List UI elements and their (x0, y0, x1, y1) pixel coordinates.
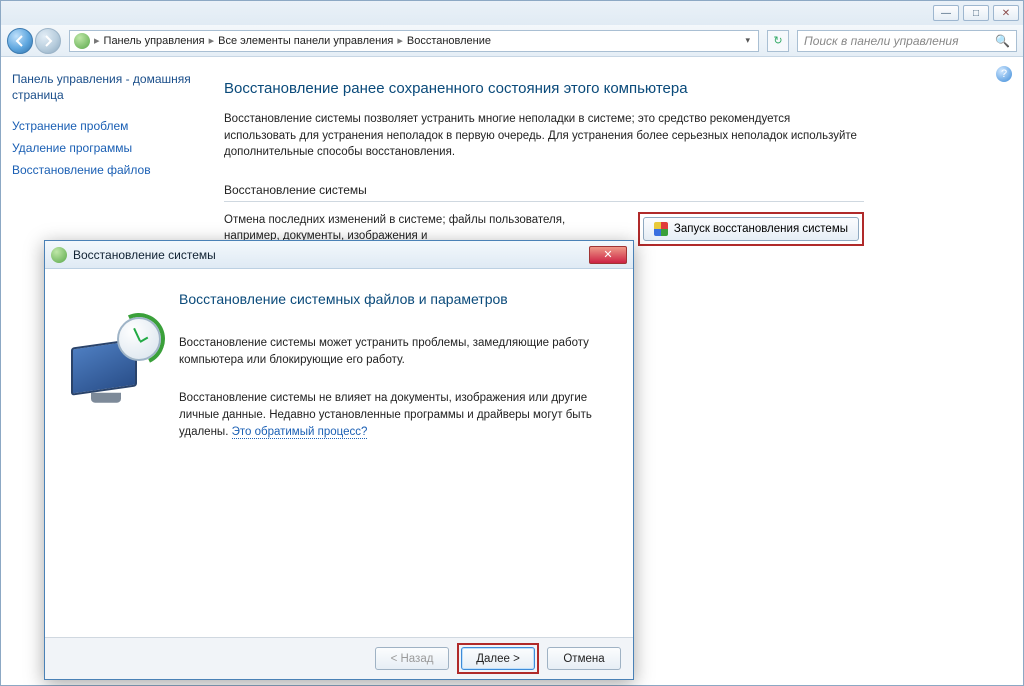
breadcrumb-seg-1[interactable]: Панель управления (100, 35, 209, 47)
sidebar-link-uninstall[interactable]: Удаление программы (12, 141, 192, 155)
cancel-wizard-button[interactable]: Отмена (547, 647, 621, 670)
launch-system-restore-button[interactable]: Запуск восстановления системы (643, 217, 859, 241)
sidebar-link-troubleshoot[interactable]: Устранение проблем (12, 119, 192, 133)
dialog-footer: < Назад Далее > Отмена (45, 637, 633, 679)
section-label: Восстановление системы (224, 183, 1000, 197)
launch-highlight: Запуск восстановления системы (638, 212, 864, 246)
back-button[interactable] (7, 28, 33, 54)
sidebar-home-link[interactable]: Панель управления - домашняя страница (12, 72, 192, 103)
page-title: Восстановление ранее сохраненного состоя… (224, 80, 1000, 97)
dialog-title-text: Восстановление системы (73, 248, 216, 262)
dialog-paragraph-1: Восстановление системы может устранить п… (179, 335, 613, 368)
breadcrumb-seg-3[interactable]: Восстановление (403, 35, 495, 47)
navigation-bar: ▸ Панель управления ▸ Все элементы панел… (1, 25, 1023, 57)
system-restore-dialog: Восстановление системы ✕ Восстановление … (44, 240, 634, 680)
recovery-icon (74, 33, 90, 49)
window-titlebar: — □ ✕ (1, 1, 1023, 25)
page-description: Восстановление системы позволяет устрани… (224, 111, 864, 161)
next-wizard-button[interactable]: Далее > (461, 647, 535, 670)
next-highlight: Далее > (457, 643, 539, 674)
dialog-heading: Восстановление системных файлов и параме… (179, 291, 613, 307)
reversible-link[interactable]: Это обратимый процесс? (232, 426, 368, 439)
restore-illustration (65, 315, 161, 411)
dialog-close-button[interactable]: ✕ (589, 246, 627, 264)
dialog-paragraph-2: Восстановление системы не влияет на доку… (179, 390, 613, 440)
launch-button-label: Запуск восстановления системы (674, 223, 848, 235)
sidebar-link-restore-files[interactable]: Восстановление файлов (12, 163, 192, 177)
maximize-button[interactable]: □ (963, 5, 989, 21)
refresh-button[interactable]: ↻ (767, 30, 789, 52)
search-placeholder: Поиск в панели управления (804, 34, 959, 48)
address-bar[interactable]: ▸ Панель управления ▸ Все элементы панел… (69, 30, 759, 52)
minimize-button[interactable]: — (933, 5, 959, 21)
shield-icon (654, 222, 668, 236)
forward-button[interactable] (35, 28, 61, 54)
search-icon: 🔍 (995, 34, 1010, 48)
close-button[interactable]: ✕ (993, 5, 1019, 21)
dialog-body: Восстановление системных файлов и параме… (45, 269, 633, 637)
search-input[interactable]: Поиск в панели управления 🔍 (797, 30, 1017, 52)
dialog-text: Восстановление системных файлов и параме… (179, 287, 613, 627)
back-wizard-button: < Назад (375, 647, 449, 670)
dialog-titlebar: Восстановление системы ✕ (45, 241, 633, 269)
dialog-icon (51, 247, 67, 263)
breadcrumb-seg-2[interactable]: Все элементы панели управления (214, 35, 397, 47)
help-icon[interactable]: ? (996, 66, 1012, 82)
address-dropdown[interactable]: ▾ (741, 35, 754, 46)
